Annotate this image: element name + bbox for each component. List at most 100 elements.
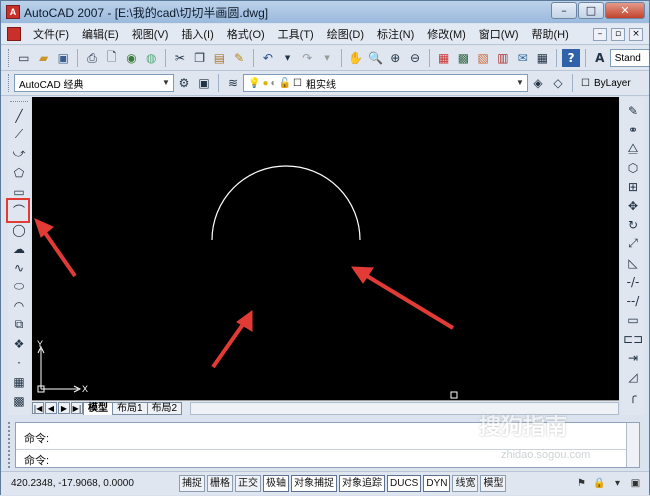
line-icon[interactable]: ╱ [10,106,28,125]
erase-icon[interactable]: ✎ [624,101,642,120]
break-at-point-icon[interactable]: ▭ [624,310,642,329]
layer-select[interactable]: 💡 ● ◐ 🔓 ☐ 粗实线 ▼ [243,74,528,92]
last-tab-button[interactable]: ▶| [71,402,83,414]
menu-help[interactable]: 帮助(H) [526,26,576,42]
make-current-layer-icon[interactable]: ◈ [529,74,547,92]
hatch-icon[interactable]: ▦ [10,372,28,391]
menu-format[interactable]: 格式(O) [221,26,272,42]
text-style-icon[interactable]: A [591,49,609,67]
break-icon[interactable]: ⊏⊐ [623,329,643,348]
tab-model[interactable]: 模型 [83,401,113,415]
doc-close-button[interactable]: × [629,27,643,41]
stretch-icon[interactable]: ◺ [624,253,642,272]
revision-cloud-icon[interactable]: ☁ [10,239,28,258]
publish-icon[interactable]: ◉ [123,49,141,67]
copy-icon[interactable]: ❐ [191,49,209,67]
color-select[interactable]: ☐ ByLayer [577,74,647,92]
fillet-icon[interactable]: ╭ [624,386,642,405]
first-tab-button[interactable]: |◀ [32,402,44,414]
toolbar-grip[interactable] [8,74,11,92]
command-window-grip[interactable] [8,422,14,468]
array-icon[interactable]: ⊞ [624,177,642,196]
document-icon[interactable] [7,27,21,41]
model-toggle[interactable]: 模型 [480,475,507,492]
grid-toggle[interactable]: 栅格 [207,475,233,492]
workspace-select[interactable]: AutoCAD 经典 ▼ [14,74,174,92]
menu-draw[interactable]: 绘图(D) [321,26,371,42]
command-scrollbar[interactable] [626,423,639,467]
menu-view[interactable]: 视图(V) [126,26,176,42]
gradient-icon[interactable]: ▩ [10,391,28,410]
toolbar-grip[interactable] [10,101,28,104]
my-workspace-icon[interactable]: ▣ [195,74,213,92]
paste-icon[interactable]: ▤ [211,49,229,67]
otrack-toggle[interactable]: 对象追踪 [339,475,385,492]
offset-icon[interactable]: ⬡ [624,158,642,177]
menu-dimension[interactable]: 标注(N) [371,26,421,42]
match-properties-icon[interactable]: ✎ [230,49,248,67]
chevron-down-icon[interactable]: ▾ [610,476,625,491]
polyline-icon[interactable]: ⤻ [10,144,28,163]
3d-publish-icon[interactable]: ◍ [142,49,160,67]
undo-icon[interactable]: ↶ [259,49,277,67]
menu-insert[interactable]: 插入(I) [175,26,220,42]
workspace-settings-icon[interactable]: ⚙ [175,74,193,92]
undo-dropdown-icon[interactable]: ▼ [279,49,297,67]
layer-manager-icon[interactable]: ≋ [224,74,242,92]
polygon-icon[interactable]: ⬠ [10,163,28,182]
join-icon[interactable]: ⇥ [624,348,642,367]
mirror-icon[interactable]: ⧋ [624,139,642,158]
trim-icon[interactable]: -/- [624,272,642,291]
markup-icon[interactable]: ✉ [514,49,532,67]
doc-restore-button[interactable]: ▫ [611,27,625,41]
zoom-realtime-icon[interactable]: 🔍 [367,49,385,67]
minimize-button[interactable]: – [551,2,577,19]
zoom-window-icon[interactable]: ⊕ [386,49,404,67]
open-file-icon[interactable]: ▰ [35,49,53,67]
scale-icon[interactable]: ⤢ [624,234,642,253]
cut-icon[interactable]: ✂ [171,49,189,67]
layer-previous-icon[interactable]: ◇ [549,74,567,92]
menu-modify[interactable]: 修改(M) [421,26,473,42]
maximize-button[interactable]: □ [578,2,604,19]
snap-toggle[interactable]: 捕捉 [179,475,205,492]
drawing-canvas[interactable]: Y X [32,97,619,400]
design-center-icon[interactable]: ▩ [455,49,473,67]
close-button[interactable]: ✕ [605,2,645,19]
construction-line-icon[interactable]: ⟋ [10,125,28,144]
dyn-toggle[interactable]: DYN [423,475,451,492]
menu-file[interactable]: 文件(F) [27,26,76,42]
tab-layout2[interactable]: 布局2 [146,401,183,415]
tool-palettes-icon[interactable]: ▧ [474,49,492,67]
new-file-icon[interactable]: ▭ [15,49,33,67]
save-icon[interactable]: ▣ [54,49,72,67]
zoom-previous-icon[interactable]: ⊖ [406,49,424,67]
help-icon[interactable]: ? [562,49,580,67]
ortho-toggle[interactable]: 正交 [235,475,261,492]
menu-window[interactable]: 窗口(W) [473,26,526,42]
extend-icon[interactable]: --/ [624,291,642,310]
prev-tab-button[interactable]: ◀ [45,402,57,414]
rotate-icon[interactable]: ↻ [624,215,642,234]
print-icon[interactable]: ⎙ [83,49,101,67]
drawn-arc[interactable] [211,165,361,241]
communication-center-icon[interactable]: ⚑ [574,476,589,491]
redo-dropdown-icon[interactable]: ▼ [318,49,336,67]
print-preview-icon[interactable]: 🗋 [103,49,121,67]
clean-screen-icon[interactable]: ▣ [628,476,643,491]
move-icon[interactable]: ✥ [624,196,642,215]
ellipse-icon[interactable]: ⬭ [10,277,28,296]
tab-layout1[interactable]: 布局1 [112,401,148,415]
text-style-combo[interactable]: Stand [609,49,650,67]
ellipse-arc-icon[interactable]: ◠ [10,296,28,315]
doc-minimize-button[interactable]: – [593,27,607,41]
sheet-set-icon[interactable]: ▥ [494,49,512,67]
insert-block-icon[interactable]: ⧉ [10,315,28,334]
redo-icon[interactable]: ↷ [298,49,316,67]
spline-icon[interactable]: ∿ [10,258,28,277]
lock-icon[interactable]: 🔒 [592,476,607,491]
next-tab-button[interactable]: ▶ [58,402,70,414]
osnap-toggle[interactable]: 对象捕捉 [291,475,337,492]
toolbar-grip[interactable] [8,49,11,67]
chamfer-icon[interactable]: ◿ [624,367,642,386]
